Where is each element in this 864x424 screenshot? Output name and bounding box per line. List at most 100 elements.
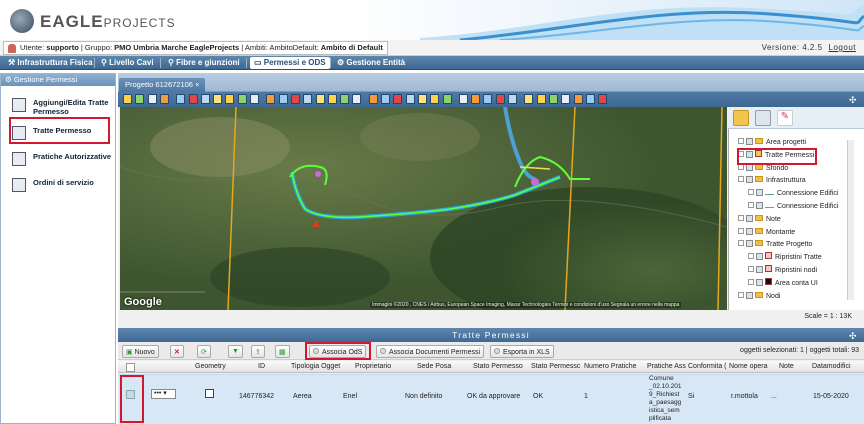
layer-checkbox[interactable] [756,278,763,286]
column-header[interactable]: Nome opera [729,363,768,370]
layer-item[interactable]: Ripristini Tratte [748,251,822,264]
column-header[interactable]: Pratiche Ass [647,363,686,370]
map-tool-icon[interactable] [508,94,517,104]
layers-scrollbar[interactable] [847,140,854,300]
map-tool-icon[interactable] [548,94,558,104]
map-tool-icon[interactable] [278,94,288,104]
map-tool-icon[interactable] [303,94,313,104]
column-header[interactable]: Geometry [195,363,226,370]
select-all-checkbox[interactable] [126,363,135,372]
layer-checkbox[interactable] [746,227,753,235]
layer-item[interactable]: Note [738,213,781,226]
table-button[interactable]: ▦ [275,345,290,358]
menu-fibre-giunzioni[interactable]: ⚲ Fibre e giunzioni [164,57,244,69]
column-header[interactable]: Numero Pratiche [584,363,637,370]
expand-icon[interactable] [748,253,754,260]
row-actions-menu[interactable]: ••• ▾ [151,389,176,399]
map-tool-icon[interactable] [458,94,468,104]
expand-icon[interactable] [748,189,754,196]
map-tool-icon[interactable] [147,94,157,104]
map-tool-icon[interactable] [483,94,493,104]
logout-link[interactable]: Logout [829,43,856,52]
layer-item[interactable]: Connessione Edifici [748,187,838,200]
map-tool-icon[interactable] [352,94,362,104]
expand-icon[interactable] [738,138,744,144]
map-tool-icon[interactable] [176,94,186,104]
map-tool-icon[interactable] [266,94,276,104]
map-tool-icon[interactable] [393,94,403,104]
maximize-icon[interactable]: ✣ [849,95,857,106]
associa-documenti-button[interactable]: Associa Documenti Permessi [376,345,485,358]
map-view[interactable] [120,107,727,310]
expand-icon[interactable] [748,266,754,272]
layer-item[interactable]: Ripristini nodi [748,264,817,277]
map-tool-icon[interactable] [585,94,595,104]
layer-item[interactable]: Tratte Progetto [738,238,812,251]
menu-infrastruttura-fisica[interactable]: ⚒ Infrastruttura Fisica [4,57,97,69]
map-tool-icon[interactable] [368,94,378,104]
menu-permessi-ods[interactable]: ▭ Permessi e ODS [250,57,330,69]
export-icon-button[interactable]: ⇪ [251,345,265,358]
expand-icon[interactable] [738,240,744,247]
map-tool-icon[interactable] [200,94,210,104]
map-tool-icon[interactable] [123,94,132,104]
map-tool-icon[interactable] [188,94,198,104]
column-header[interactable]: Stato Permesso [473,363,523,370]
map-tool-icon[interactable] [250,94,259,104]
expand-icon[interactable] [738,214,744,221]
layers-db-icon[interactable] [755,110,771,126]
column-header[interactable]: Note [779,363,794,370]
layer-item[interactable]: Connessione Edifici [748,200,838,213]
layers-tab-icon[interactable] [733,110,749,126]
layer-checkbox[interactable] [756,202,763,209]
column-header[interactable]: Sede Posa [417,363,451,370]
column-header[interactable]: Tipologia Ogget [291,363,340,370]
map-tool-icon[interactable] [381,94,390,104]
layer-checkbox[interactable] [746,138,753,145]
layer-checkbox[interactable] [756,189,763,197]
map-tool-icon[interactable] [561,94,571,104]
layer-item[interactable]: Infrastruttura [738,174,806,187]
export-xls-button[interactable]: Esporta in XLS [490,345,554,358]
layer-item[interactable]: Area conta UI [748,277,818,290]
map-tool-icon[interactable] [430,94,440,104]
layer-checkbox[interactable] [746,214,753,222]
column-header[interactable]: Stato Permessc [531,363,580,370]
expand-icon[interactable] [738,176,744,183]
map-tool-icon[interactable] [327,94,337,104]
expand-icon[interactable] [738,291,744,298]
layer-checkbox[interactable] [746,176,753,184]
layer-item[interactable]: Nodi [738,290,780,303]
layer-checkbox[interactable] [756,266,763,273]
refresh-button[interactable]: ⟳ [197,345,211,358]
layer-item[interactable]: Montante [738,226,795,239]
grid-maximize-icon[interactable]: ✣ [849,331,857,342]
expand-icon[interactable] [738,227,744,234]
edit-pen-icon[interactable]: ✎ [777,110,793,126]
map-tool-icon[interactable] [237,94,247,104]
map-tool-icon[interactable] [290,94,300,104]
column-header[interactable]: Datamodifici [812,363,851,370]
delete-button[interactable]: ✕ [170,345,184,358]
column-header[interactable]: ID [258,363,265,370]
map-tool-icon[interactable] [340,94,350,104]
map-tool-icon[interactable] [495,94,505,104]
map-tool-icon[interactable] [524,94,534,104]
layer-checkbox[interactable] [756,253,763,261]
map-tool-icon[interactable] [159,94,169,104]
column-header[interactable]: Proprietario [355,363,391,370]
map-tool-icon[interactable] [405,94,415,104]
column-header[interactable]: Conformita ( [688,363,727,370]
map-tool-icon[interactable] [213,94,223,104]
menu-gestione-entita[interactable]: ⚙ Gestione Entità [333,57,409,69]
layer-checkbox[interactable] [746,291,753,299]
map-tool-icon[interactable] [598,94,608,104]
tab-project[interactable]: Progetto 612672106 × [119,78,206,92]
map-tool-icon[interactable] [225,94,235,104]
expand-icon[interactable] [748,278,754,285]
layer-checkbox[interactable] [746,240,753,248]
map-tool-icon[interactable] [471,94,481,104]
geometry-icon[interactable] [205,389,214,398]
map-tool-icon[interactable] [417,94,427,104]
menu-livello-cavi[interactable]: ⚲ Livello Cavi [97,57,158,69]
